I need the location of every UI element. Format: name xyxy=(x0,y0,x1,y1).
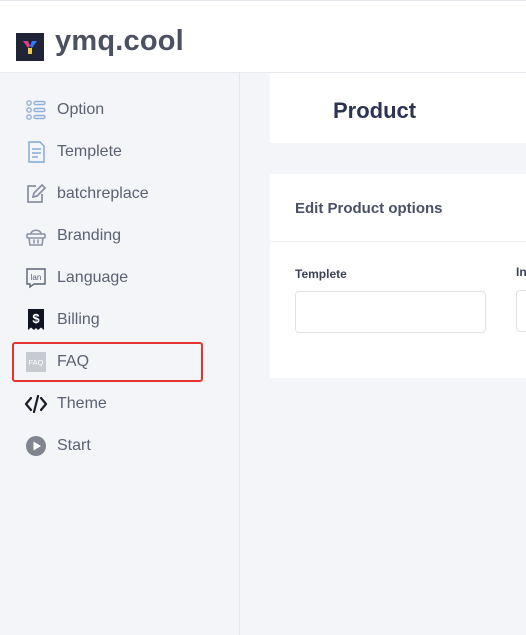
card-title: Edit Product options xyxy=(295,200,443,217)
dollar-icon: $ xyxy=(24,308,48,332)
code-icon xyxy=(24,392,48,416)
faq-highlight-box xyxy=(12,342,203,382)
page-title: Product xyxy=(333,98,417,123)
second-field-input[interactable] xyxy=(516,290,526,332)
sidebar-item-branding[interactable]: Branding xyxy=(24,220,224,252)
page-header-card: Product xyxy=(270,73,526,143)
second-field-label: In xyxy=(516,265,526,279)
list-icon xyxy=(24,98,48,122)
sidebar-item-label: Language xyxy=(57,269,129,286)
sidebar-item-theme[interactable]: Theme xyxy=(24,388,224,420)
sidebar-item-label: Billing xyxy=(57,311,100,328)
templete-input[interactable] xyxy=(295,291,486,333)
sidebar-item-label: Start xyxy=(57,437,91,454)
sidebar-item-label: Templete xyxy=(57,143,122,160)
templete-field-label: Templete xyxy=(295,267,347,281)
document-icon xyxy=(24,140,48,164)
svg-text:lan: lan xyxy=(31,273,42,282)
sidebar-item-label: Theme xyxy=(57,395,107,412)
svg-text:$: $ xyxy=(32,311,40,326)
language-icon: lan xyxy=(24,266,48,290)
basket-icon xyxy=(24,224,48,248)
product-options-card: Edit Product options Templete In xyxy=(270,174,526,378)
edit-icon xyxy=(24,182,48,206)
card-header: Edit Product options xyxy=(270,174,526,242)
app-brand[interactable]: ymq.cool xyxy=(55,25,184,58)
sidebar-item-language[interactable]: lan Language xyxy=(24,262,224,294)
top-bar: ymq.cool xyxy=(0,0,526,73)
logo-icon[interactable] xyxy=(16,33,44,61)
sidebar-item-label: batchreplace xyxy=(57,185,149,202)
sidebar-item-templete[interactable]: Templete xyxy=(24,136,224,168)
sidebar-item-label: Branding xyxy=(57,227,122,244)
sidebar-item-start[interactable]: Start xyxy=(24,430,224,462)
sidebar-item-billing[interactable]: $ Billing xyxy=(24,304,224,336)
play-icon xyxy=(24,434,48,458)
sidebar-item-option[interactable]: Option xyxy=(24,94,224,126)
sidebar-item-label: Option xyxy=(57,101,105,118)
sidebar-item-batchreplace[interactable]: batchreplace xyxy=(24,178,224,210)
